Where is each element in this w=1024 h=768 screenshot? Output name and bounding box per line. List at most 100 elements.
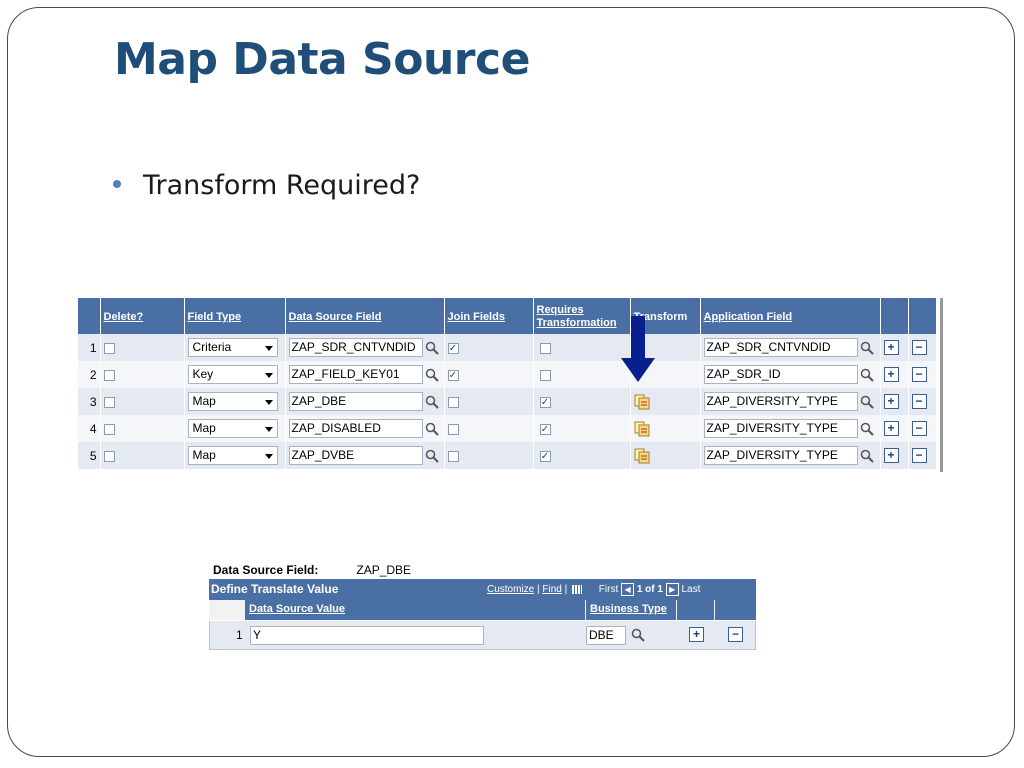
data-source-value-input[interactable]: Y: [250, 626, 484, 645]
data-source-field-cell: ZAP_DISABLED: [285, 415, 445, 442]
last-label[interactable]: Last: [682, 584, 701, 595]
requires-transformation-checkbox[interactable]: ✓: [539, 423, 551, 435]
data-source-field-input[interactable]: ZAP_DVBE: [288, 446, 423, 465]
lookup-icon[interactable]: [425, 395, 439, 409]
field-type-select[interactable]: Map: [187, 419, 278, 438]
field-type-value: Criteria: [192, 340, 232, 354]
remove-row-button[interactable]: −: [911, 394, 927, 410]
lookup-icon[interactable]: [860, 422, 874, 436]
add-cell: +: [880, 442, 909, 469]
first-label[interactable]: First: [599, 584, 618, 595]
field-type-select[interactable]: Map: [187, 446, 278, 465]
field-type-value: Map: [192, 448, 216, 462]
header-data-source-field-link[interactable]: Data Source Field: [289, 311, 382, 323]
requires-transformation-checkbox[interactable]: [539, 342, 551, 354]
header-application-field[interactable]: Application Field: [700, 298, 881, 334]
delete-cell: [100, 442, 185, 469]
data-source-field-cell: ZAP_SDR_CNTVNDID: [285, 334, 445, 361]
lookup-icon[interactable]: [425, 422, 439, 436]
data-source-field-input[interactable]: ZAP_DISABLED: [288, 419, 423, 438]
application-field-input[interactable]: ZAP_DIVERSITY_TYPE: [703, 446, 858, 465]
translate-row-num: 1: [236, 628, 243, 642]
application-field-input[interactable]: ZAP_SDR_CNTVNDID: [703, 338, 858, 357]
join-fields-checkbox[interactable]: ✓: [447, 369, 459, 381]
find-link[interactable]: Find: [542, 584, 561, 595]
lookup-icon[interactable]: [425, 449, 439, 463]
header-requires-transformation[interactable]: Requires Transformation: [533, 298, 631, 334]
delete-checkbox[interactable]: [103, 450, 115, 462]
lookup-icon[interactable]: [860, 368, 874, 382]
prev-icon[interactable]: ◀: [621, 583, 635, 596]
data-source-field-cell: ZAP_FIELD_KEY01: [285, 361, 445, 388]
add-row-button[interactable]: +: [689, 627, 704, 642]
add-row-button[interactable]: +: [883, 367, 899, 383]
remove-row-button[interactable]: −: [911, 367, 927, 383]
join-fields-checkbox[interactable]: [447, 450, 459, 462]
header-delete[interactable]: Delete?: [100, 298, 185, 334]
delete-checkbox[interactable]: [103, 342, 115, 354]
data-source-field-input[interactable]: ZAP_SDR_CNTVNDID: [288, 338, 423, 357]
add-row-button[interactable]: +: [883, 340, 899, 356]
field-type-select[interactable]: Criteria: [187, 338, 278, 357]
application-field-input[interactable]: ZAP_DIVERSITY_TYPE: [703, 392, 858, 411]
transform-icon[interactable]: [634, 394, 650, 410]
lookup-icon[interactable]: [860, 341, 874, 355]
header-field-type[interactable]: Field Type: [184, 298, 286, 334]
transform-cell: [630, 442, 701, 469]
header-add: [880, 298, 909, 334]
add-row-button[interactable]: +: [883, 394, 899, 410]
mapping-grid: Delete? Field Type Data Source Field Joi…: [78, 298, 943, 472]
field-type-select[interactable]: Key: [187, 365, 278, 384]
lookup-icon[interactable]: [425, 341, 439, 355]
delete-checkbox[interactable]: [103, 396, 115, 408]
col-business-type[interactable]: Business Type: [586, 600, 676, 620]
grid-row: 1 Criteria ZAP_SDR_CNTVNDID ✓ ZAP_SDR_CNTVND…: [78, 334, 937, 361]
remove-row-button[interactable]: −: [911, 448, 927, 464]
requires-transformation-checkbox[interactable]: ✓: [539, 450, 551, 462]
next-icon[interactable]: ▶: [665, 583, 679, 596]
field-type-cell: Map: [184, 415, 286, 442]
business-type-lookup-icon[interactable]: [631, 628, 645, 642]
dropdown-caret-icon: [264, 346, 273, 351]
lookup-icon[interactable]: [860, 395, 874, 409]
field-type-select[interactable]: Map: [187, 392, 278, 411]
join-fields-cell: ✓: [444, 334, 534, 361]
requires-transformation-cell: ✓: [533, 388, 631, 415]
col-data-source-value-link[interactable]: Data Source Value: [249, 603, 345, 615]
header-join-fields[interactable]: Join Fields: [444, 298, 534, 334]
header-rownum: [78, 298, 101, 334]
application-field-input[interactable]: ZAP_SDR_ID: [703, 365, 858, 384]
customize-link[interactable]: Customize: [487, 584, 534, 595]
remove-row-button[interactable]: −: [911, 340, 927, 356]
data-source-field-input[interactable]: ZAP_FIELD_KEY01: [288, 365, 423, 384]
remove-row-button[interactable]: −: [728, 627, 743, 642]
header-requires-transformation-link[interactable]: Requires Transformation: [537, 304, 617, 329]
delete-checkbox[interactable]: [103, 369, 115, 381]
add-row-button[interactable]: +: [883, 448, 899, 464]
header-data-source-field[interactable]: Data Source Field: [285, 298, 445, 334]
requires-transformation-checkbox[interactable]: ✓: [539, 396, 551, 408]
row-number: 2: [78, 361, 101, 388]
header-join-fields-link[interactable]: Join Fields: [448, 311, 505, 323]
lookup-icon[interactable]: [860, 449, 874, 463]
remove-row-button[interactable]: −: [911, 421, 927, 437]
delete-checkbox[interactable]: [103, 423, 115, 435]
application-field-input[interactable]: ZAP_DIVERSITY_TYPE: [703, 419, 858, 438]
col-data-source-value[interactable]: Data Source Value: [245, 600, 585, 620]
business-type-input[interactable]: DBE: [586, 626, 626, 645]
add-cell: +: [880, 415, 909, 442]
header-field-type-link[interactable]: Field Type: [188, 311, 242, 323]
header-delete-link[interactable]: Delete?: [104, 311, 144, 323]
requires-transformation-checkbox[interactable]: [539, 369, 551, 381]
col-business-type-link[interactable]: Business Type: [590, 603, 667, 615]
transform-icon[interactable]: [634, 448, 650, 464]
lookup-icon[interactable]: [425, 368, 439, 382]
join-fields-checkbox[interactable]: [447, 396, 459, 408]
view-all-icon[interactable]: [572, 585, 583, 594]
data-source-field-input[interactable]: ZAP_DBE: [288, 392, 423, 411]
transform-icon[interactable]: [634, 421, 650, 437]
join-fields-checkbox[interactable]: [447, 423, 459, 435]
add-row-button[interactable]: +: [883, 421, 899, 437]
header-application-field-link[interactable]: Application Field: [704, 311, 793, 323]
join-fields-checkbox[interactable]: ✓: [447, 342, 459, 354]
